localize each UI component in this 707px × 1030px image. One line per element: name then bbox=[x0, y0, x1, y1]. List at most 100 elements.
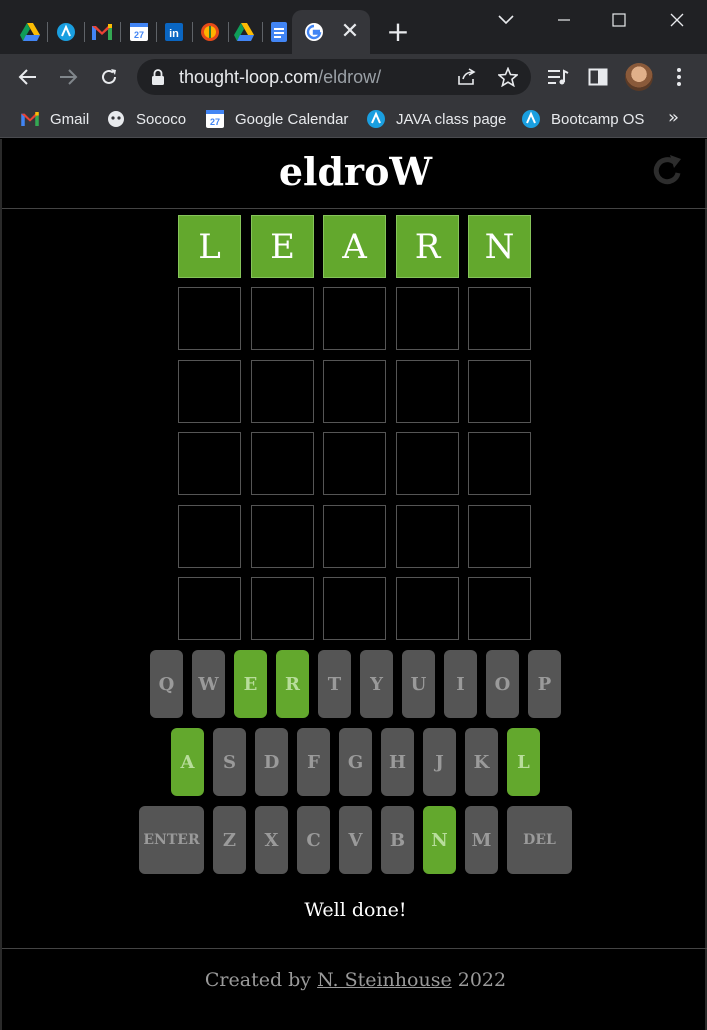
bookmark-gmail[interactable]: Gmail bbox=[20, 106, 89, 132]
tile bbox=[251, 577, 314, 640]
new-tab-button[interactable]: + bbox=[385, 18, 411, 46]
page-title: eldroW bbox=[278, 149, 433, 194]
reload-icon[interactable] bbox=[94, 62, 124, 92]
key-z[interactable]: Z bbox=[213, 806, 246, 874]
key-d[interactable]: D bbox=[255, 728, 288, 796]
tile: A bbox=[323, 215, 386, 278]
key-g[interactable]: G bbox=[339, 728, 372, 796]
key-c[interactable]: C bbox=[297, 806, 330, 874]
key-l[interactable]: L bbox=[507, 728, 540, 796]
bookmark-star-icon[interactable] bbox=[496, 65, 520, 89]
key-b[interactable]: B bbox=[381, 806, 414, 874]
url-path: /eldrow/ bbox=[318, 67, 382, 87]
app-icon[interactable] bbox=[198, 20, 222, 44]
more-menu-icon[interactable] bbox=[666, 64, 692, 90]
footer-divider bbox=[2, 948, 707, 949]
tab-close-button[interactable]: ✕ bbox=[340, 20, 360, 44]
back-icon[interactable] bbox=[13, 62, 43, 92]
key-k[interactable]: K bbox=[465, 728, 498, 796]
browser-toolbar: thought-loop.com/eldrow/ bbox=[0, 54, 707, 100]
bookmark-java-class-page[interactable]: JAVA class page bbox=[366, 106, 506, 132]
maximize-icon[interactable] bbox=[605, 8, 633, 32]
google-calendar-icon[interactable]: 27 bbox=[127, 20, 151, 44]
key-p[interactable]: P bbox=[528, 650, 561, 718]
forward-icon[interactable] bbox=[53, 62, 83, 92]
game-page: eldroW L E A R N Q W E R T Y U I O P A S… bbox=[0, 139, 707, 1030]
key-j[interactable]: J bbox=[423, 728, 456, 796]
tile bbox=[468, 287, 531, 350]
key-a[interactable]: A bbox=[171, 728, 204, 796]
gmail-icon[interactable] bbox=[90, 20, 114, 44]
tile bbox=[396, 360, 459, 423]
tile bbox=[323, 505, 386, 568]
tab-strip: 27 in ✕ + bbox=[0, 0, 707, 54]
lock-icon[interactable] bbox=[151, 69, 165, 90]
url-text[interactable]: thought-loop.com/eldrow/ bbox=[179, 67, 381, 88]
atlassian-icon bbox=[366, 109, 386, 129]
key-r[interactable]: R bbox=[276, 650, 309, 718]
tile bbox=[251, 432, 314, 495]
linkedin-icon[interactable]: in bbox=[162, 20, 186, 44]
result-message: Well done! bbox=[304, 899, 407, 921]
delete-key[interactable]: DEL bbox=[507, 806, 572, 874]
key-t[interactable]: T bbox=[318, 650, 351, 718]
refresh-game-icon[interactable] bbox=[647, 151, 687, 191]
enter-key[interactable]: ENTER bbox=[139, 806, 204, 874]
tile bbox=[178, 432, 241, 495]
key-u[interactable]: U bbox=[402, 650, 435, 718]
tile bbox=[468, 360, 531, 423]
bookmark-sococo[interactable]: Sococo bbox=[106, 106, 186, 132]
tile bbox=[323, 577, 386, 640]
author-link[interactable]: N. Steinhouse bbox=[317, 969, 452, 991]
key-x[interactable]: X bbox=[255, 806, 288, 874]
gmail-icon bbox=[20, 109, 40, 129]
google-drive-icon[interactable] bbox=[18, 20, 42, 44]
key-i[interactable]: I bbox=[444, 650, 477, 718]
tile bbox=[323, 360, 386, 423]
tile bbox=[178, 360, 241, 423]
key-o[interactable]: O bbox=[486, 650, 519, 718]
tile bbox=[468, 505, 531, 568]
address-bar[interactable]: thought-loop.com/eldrow/ bbox=[137, 59, 531, 95]
atlassian-icon[interactable] bbox=[54, 20, 78, 44]
key-s[interactable]: S bbox=[213, 728, 246, 796]
tile bbox=[178, 287, 241, 350]
media-control-icon[interactable] bbox=[545, 64, 571, 90]
google-icon[interactable] bbox=[302, 20, 326, 44]
minimize-icon[interactable] bbox=[550, 8, 578, 32]
calendar-day-number: 27 bbox=[134, 30, 144, 40]
close-window-icon[interactable] bbox=[663, 8, 691, 32]
key-q[interactable]: Q bbox=[150, 650, 183, 718]
key-v[interactable]: V bbox=[339, 806, 372, 874]
footer-year: 2022 bbox=[457, 969, 507, 991]
key-h[interactable]: H bbox=[381, 728, 414, 796]
google-docs-icon[interactable] bbox=[267, 20, 291, 44]
tab-search-icon[interactable] bbox=[492, 8, 520, 32]
side-panel-icon[interactable] bbox=[585, 64, 611, 90]
google-drive-icon[interactable] bbox=[232, 20, 256, 44]
share-icon[interactable] bbox=[455, 65, 479, 89]
key-n[interactable]: N bbox=[423, 806, 456, 874]
key-f[interactable]: F bbox=[297, 728, 330, 796]
bookmark-label: Google Calendar bbox=[235, 110, 349, 128]
tile bbox=[396, 287, 459, 350]
bookmark-google-calendar[interactable]: 27 Google Calendar bbox=[205, 106, 348, 132]
google-calendar-icon: 27 bbox=[205, 109, 225, 129]
tile bbox=[178, 577, 241, 640]
tile bbox=[323, 432, 386, 495]
tile bbox=[468, 432, 531, 495]
url-domain: thought-loop.com bbox=[179, 67, 319, 87]
key-w[interactable]: W bbox=[192, 650, 225, 718]
key-y[interactable]: Y bbox=[360, 650, 393, 718]
tile: E bbox=[251, 215, 314, 278]
tile bbox=[251, 505, 314, 568]
sococo-icon bbox=[106, 109, 126, 129]
bookmarks-overflow-button[interactable]: » bbox=[668, 106, 679, 132]
bookmark-bootcamp-os[interactable]: Bootcamp OS bbox=[521, 106, 644, 132]
header-divider bbox=[2, 208, 707, 209]
bookmarks-bar: Gmail Sococo 27 Google Calendar JAVA cla… bbox=[0, 100, 707, 138]
key-m[interactable]: M bbox=[465, 806, 498, 874]
profile-avatar[interactable] bbox=[625, 63, 653, 91]
key-e[interactable]: E bbox=[234, 650, 267, 718]
atlassian-icon bbox=[521, 109, 541, 129]
